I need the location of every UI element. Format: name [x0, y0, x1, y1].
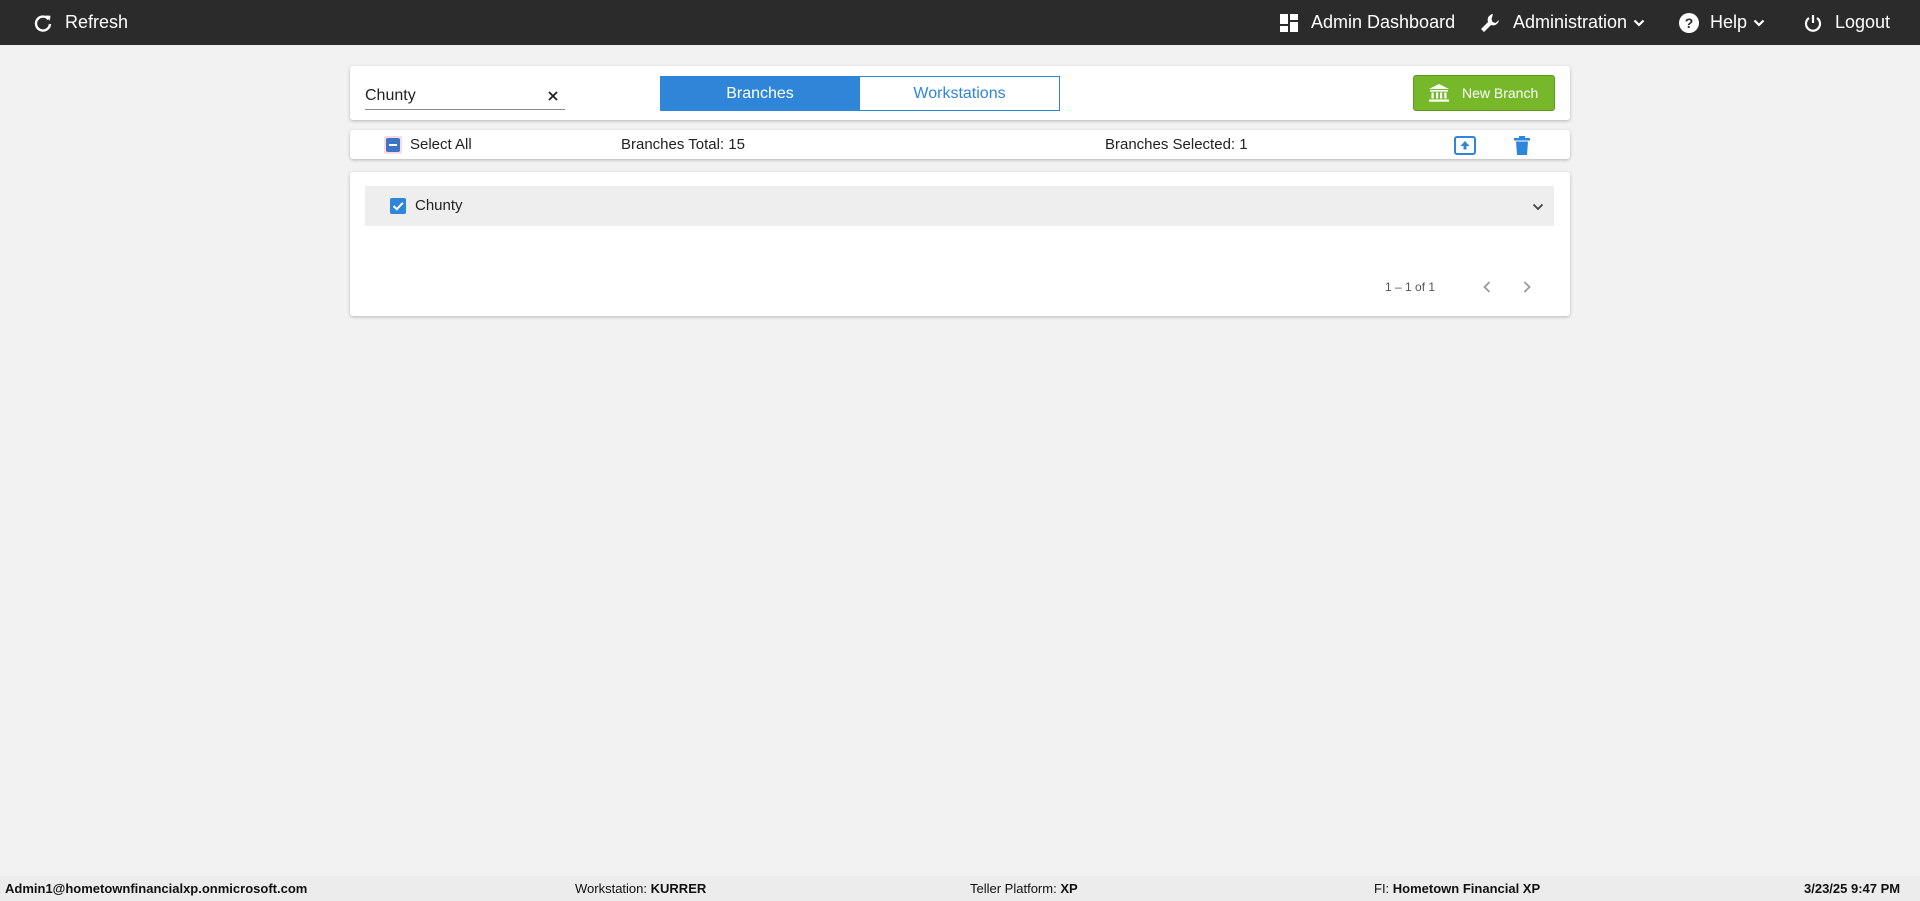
indeterminate-icon [386, 138, 400, 152]
branches-selected: Branches Selected: 1 [1105, 136, 1248, 153]
new-branch-label: New Branch [1462, 85, 1539, 101]
new-branch-button[interactable]: New Branch [1413, 75, 1555, 111]
footer-workstation: Workstation: KURRER [575, 881, 707, 896]
help-label: Help [1710, 12, 1748, 32]
help-menu[interactable]: ? Help [1678, 0, 1765, 45]
chevron-left-icon[interactable] [1480, 280, 1494, 294]
chevron-down-icon [1753, 17, 1765, 29]
tab-branches[interactable]: Branches [660, 76, 860, 111]
branch-name: Chunty [415, 197, 463, 214]
bank-icon [1428, 83, 1450, 103]
chevron-down-icon [1633, 17, 1645, 29]
close-icon[interactable] [545, 88, 561, 104]
dashboard-icon [1279, 13, 1299, 33]
svg-text:?: ? [1685, 15, 1694, 31]
chevron-right-icon[interactable] [1520, 280, 1534, 294]
select-all-label[interactable]: Select All [410, 130, 472, 159]
logout-button[interactable]: Logout [1803, 0, 1890, 45]
logout-label: Logout [1835, 12, 1891, 32]
branches-total: Branches Total: 15 [621, 136, 745, 153]
refresh-label: Refresh [65, 12, 129, 32]
row-checkbox[interactable] [390, 198, 406, 214]
pagination-range: 1 – 1 of 1 [1385, 280, 1436, 294]
footer-platform: Teller Platform: XP [970, 881, 1078, 896]
selection-bar: Select All Branches Total: 15 Branches S… [350, 130, 1570, 159]
refresh-button[interactable]: Refresh [33, 0, 128, 45]
power-icon [1803, 13, 1823, 33]
admin-dashboard-button[interactable]: Admin Dashboard [1279, 0, 1455, 45]
branch-row[interactable]: Chunty [365, 186, 1554, 226]
wrench-icon [1479, 12, 1501, 34]
administration-menu[interactable]: Administration [1479, 0, 1645, 45]
trash-icon[interactable] [1514, 136, 1530, 155]
select-all-checkbox[interactable] [384, 136, 402, 154]
upload-icon[interactable] [1454, 136, 1476, 155]
administration-label: Administration [1513, 12, 1628, 32]
top-nav-bar: Refresh Admin Dashboard Administration ?… [0, 0, 1920, 45]
results-card: Chunty 1 – 1 of 1 [350, 172, 1570, 316]
status-footer: Admin1@hometownfinancialxp.onmicrosoft.c… [0, 876, 1920, 901]
chevron-down-icon[interactable] [1532, 200, 1544, 212]
admin-dashboard-label: Admin Dashboard [1311, 12, 1456, 32]
toolbar-card: Branches Workstations New Branch [350, 66, 1570, 120]
footer-datetime: 3/23/25 9:47 PM [1804, 881, 1901, 896]
tab-workstations[interactable]: Workstations [859, 76, 1060, 111]
search-input[interactable] [365, 84, 535, 108]
help-icon: ? [1678, 12, 1700, 34]
footer-user: Admin1@hometownfinancialxp.onmicrosoft.c… [5, 881, 308, 896]
footer-fi: FI: Hometown Financial XP [1374, 881, 1541, 896]
refresh-icon [33, 13, 53, 33]
search-field [365, 84, 565, 110]
